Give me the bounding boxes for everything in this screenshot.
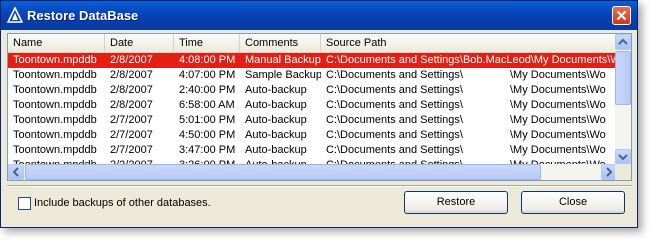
scroll-down-button[interactable] [615,149,631,165]
restore-database-dialog: Restore DataBase Name Date Time Comments… [0,0,638,228]
column-header-source-path[interactable]: Source Path [321,34,617,52]
list-row[interactable]: Toontown.mpddb 2/8/2007 6:58:00 AM Auto-bac… [8,98,617,113]
scrollbar-corner [615,164,631,180]
cell-name: Toontown.mpddb [13,54,97,66]
cell-source-path-end: \My Documents\Wo [510,84,606,96]
chevron-right-icon [606,167,613,177]
cell-name: Toontown.mpddb [13,99,97,111]
cell-time: 4:50:00 PM [179,129,236,141]
cell-name: Toontown.mpddb [13,114,97,126]
divider [7,185,632,187]
chevron-left-icon [12,167,19,177]
cell-comments: Auto-backup [245,114,307,126]
cell-time: 2:40:00 PM [179,84,236,96]
restore-button[interactable]: Restore [404,191,508,214]
cell-comments: Auto-backup [245,144,307,156]
cell-date: 2/8/2007 [110,84,153,96]
cell-date: 2/7/2007 [110,114,153,126]
include-other-databases-label[interactable]: Include backups of other databases. [34,197,211,210]
cell-source-path-end: \My Documents\Wo [510,129,606,141]
vertical-scroll-thumb[interactable] [615,51,631,105]
cell-source-path-end: \My Documents\Wo [510,144,606,156]
column-header-date[interactable]: Date [105,34,174,52]
scroll-up-button[interactable] [615,34,631,50]
cell-source-path-end: \My Documents\Wo [510,99,606,111]
cell-comments: Auto-backup [245,129,307,141]
cell-time: 6:58:00 AM [179,99,235,111]
cell-time: 5:01:00 PM [179,114,236,126]
cell-time: 3:47:00 PM [179,144,236,156]
cell-name: Toontown.mpddb [13,129,97,141]
cell-source-path-end: \My Documents\Wo [510,69,606,81]
cell-comments: Manual Backup [245,54,321,66]
column-header-comments[interactable]: Comments [240,34,321,52]
cell-date: 2/8/2007 [110,99,153,111]
cell-source-path-end: \My Documents\Wo [510,114,606,126]
column-header-name[interactable]: Name [8,34,105,52]
list-rows: Toontown.mpddb 2/8/2007 4:08:00 PM Manual B… [8,53,617,173]
chevron-down-icon [618,154,628,161]
close-button[interactable]: Close [521,191,625,214]
cell-comments: Auto-backup [245,99,307,111]
list-row[interactable]: Toontown.mpddb 2/7/2007 5:01:00 PM Auto-bac… [8,113,617,128]
cell-date: 2/7/2007 [110,144,153,156]
list-row[interactable]: Toontown.mpddb 2/7/2007 4:50:00 PM Auto-bac… [8,128,617,143]
backup-list[interactable]: Name Date Time Comments Source Path Toon… [7,33,632,181]
app-triangle-icon [7,7,23,23]
cell-date: 2/7/2007 [110,129,153,141]
list-row[interactable]: Toontown.mpddb 2/8/2007 4:07:00 PM Sample B… [8,68,617,83]
cell-comments: Sample Backup [245,69,321,81]
list-row[interactable]: Toontown.mpddb 2/8/2007 2:40:00 PM Auto-bac… [8,83,617,98]
cell-date: 2/8/2007 [110,69,153,81]
scroll-left-button[interactable] [8,164,24,180]
column-header-time[interactable]: Time [174,34,240,52]
window-title: Restore DataBase [27,8,139,23]
cell-time: 4:07:00 PM [179,69,236,81]
horizontal-scroll-thumb[interactable] [25,164,541,180]
cell-source-path: C:\Documents and Settings\Bob.MacLeod\My… [326,54,617,66]
include-other-databases-checkbox[interactable] [18,197,31,210]
vertical-scrollbar[interactable] [615,34,631,165]
close-icon [616,10,627,21]
cell-time: 4:08:00 PM [179,54,236,66]
cell-name: Toontown.mpddb [13,84,97,96]
title-bar[interactable]: Restore DataBase [1,1,637,30]
list-row[interactable]: Toontown.mpddb 2/8/2007 4:08:00 PM Manual B… [8,53,617,68]
list-header: Name Date Time Comments Source Path [8,34,617,53]
horizontal-scrollbar[interactable] [8,164,617,180]
cell-date: 2/8/2007 [110,54,153,66]
cell-name: Toontown.mpddb [13,69,97,81]
close-window-button[interactable] [612,6,631,25]
list-row[interactable]: Toontown.mpddb 2/7/2007 3:47:00 PM Auto-bac… [8,143,617,158]
chevron-up-icon [618,38,628,45]
cell-comments: Auto-backup [245,84,307,96]
cell-name: Toontown.mpddb [13,144,97,156]
